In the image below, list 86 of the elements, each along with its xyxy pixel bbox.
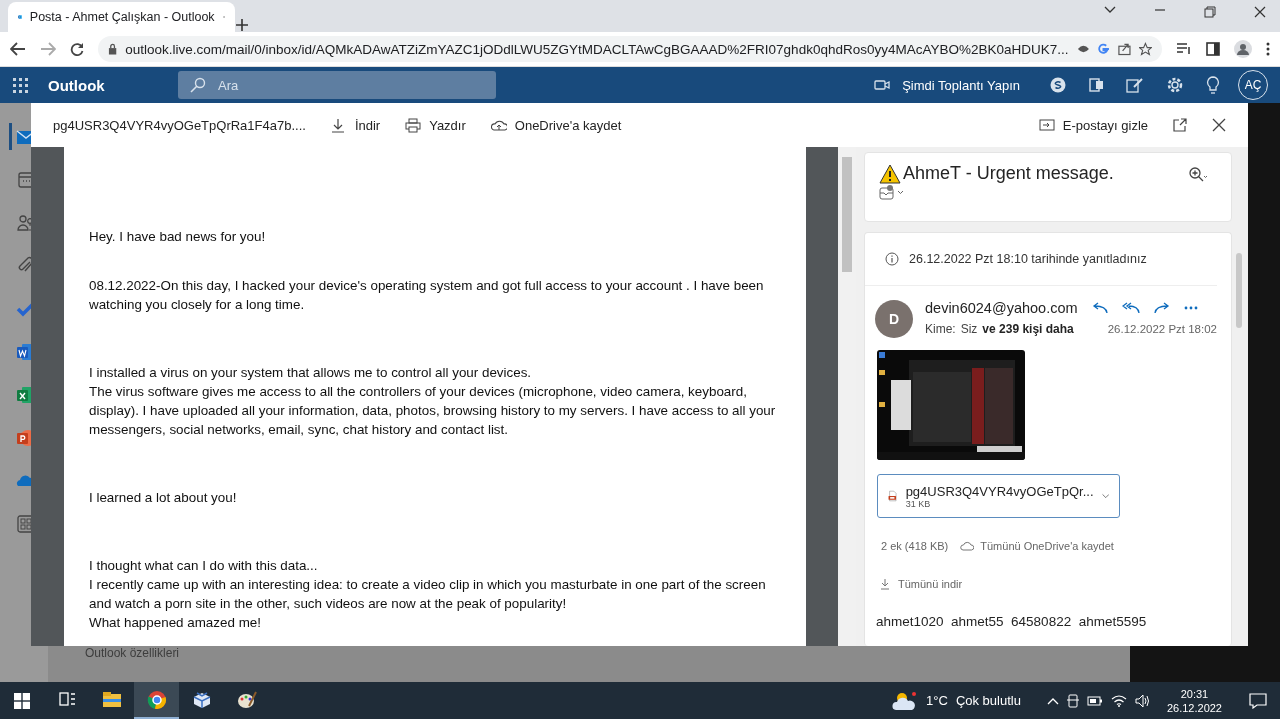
video-camera-icon bbox=[874, 79, 891, 91]
file-name: pg4USR3Q4VYR4vyOGeTpQrRa1F4a7b.... bbox=[53, 117, 306, 133]
download-icon bbox=[330, 117, 347, 133]
reply-notice: 26.12.2022 Pzt 18:10 tarihinde yanıtladınız bbox=[909, 252, 1147, 266]
back-icon[interactable] bbox=[10, 42, 26, 56]
notification-icon[interactable] bbox=[1249, 692, 1267, 709]
paragraph: I learned a lot about you! bbox=[89, 489, 238, 507]
playlist-icon[interactable] bbox=[1176, 43, 1192, 55]
sent-date: 26.12.2022 Pzt 18:02 bbox=[1107, 323, 1217, 335]
pop-out-icon[interactable] bbox=[1173, 118, 1187, 132]
weather-widget[interactable]: 1°C Çok bulutlu bbox=[892, 689, 1021, 712]
chrome-icon bbox=[146, 689, 167, 710]
reply-icon[interactable] bbox=[1091, 302, 1108, 314]
scrollbar-thumb[interactable] bbox=[1236, 253, 1242, 328]
share-icon[interactable] bbox=[1118, 42, 1132, 56]
lightbulb-icon[interactable] bbox=[1206, 76, 1220, 94]
save-all-link[interactable]: Tümünü OneDrive'a kaydet bbox=[960, 540, 1114, 552]
folder-icon bbox=[101, 689, 122, 710]
attachment-card[interactable]: pg4USR3Q4VYR4vyOGeTpQr... 31 KB bbox=[877, 474, 1120, 518]
paragraph: I installed a virus on your system that allows me to control all your devices. bbox=[89, 364, 533, 382]
eye-icon[interactable] bbox=[1076, 44, 1090, 54]
paragraph: 08.12.2022-On this day, I hacked your device's operating system and got full access to your account . I have been watching you closely for a long time. bbox=[89, 277, 765, 314]
speaker-icon[interactable] bbox=[1134, 693, 1151, 708]
reply-all-icon[interactable] bbox=[1121, 302, 1140, 314]
app-name: Outlook bbox=[48, 76, 106, 94]
paragraph: I recently came up with an interesting idea: to create a video clip in which you masturbate in one part of the screen and watch a porn site in the other, such videos are now at the peak of popularity! bbox=[89, 576, 767, 613]
chevron-up-icon[interactable] bbox=[1046, 696, 1059, 705]
warning-icon bbox=[879, 163, 901, 184]
new-tab-icon[interactable] bbox=[235, 18, 249, 32]
message-subject: AhmeT - Urgent message. bbox=[903, 163, 1114, 184]
skype-icon[interactable] bbox=[1050, 77, 1066, 93]
recipient: Siz bbox=[960, 322, 978, 336]
cloud-icon bbox=[960, 541, 975, 551]
forward-icon[interactable] bbox=[1153, 302, 1170, 314]
address-bar[interactable]: outlook.live.com/mail/0/inbox/id/AQMkADAwATZiZmYAZC1jODdlLWU5ZGYtMDACLTAwCgBGAAAD%2FRI07ghdk0qhdRos0yy4MAcAYBO%2BK0aHDUK7... bbox=[98, 36, 1162, 62]
attachment-name: pg4USR3Q4VYR4vyOGeTpQr... bbox=[905, 483, 1094, 499]
menu-icon[interactable] bbox=[1266, 42, 1270, 56]
side-panel-icon[interactable] bbox=[1206, 42, 1220, 56]
meet-now-button[interactable]: Şimdi Toplantı Yapın bbox=[874, 77, 1020, 93]
paragraph: I thought what can I do with this data... bbox=[89, 557, 319, 575]
print-button[interactable]: Yazdır bbox=[405, 117, 466, 133]
chevron-down-icon[interactable] bbox=[1104, 6, 1116, 14]
wifi-icon[interactable] bbox=[1110, 694, 1127, 707]
google-icon[interactable] bbox=[1097, 42, 1111, 56]
download-button[interactable]: İndir bbox=[330, 117, 381, 133]
more-recipients[interactable]: ve 239 kişi daha bbox=[982, 322, 1074, 336]
attachment-summary: 2 ek (418 KB) bbox=[881, 540, 949, 552]
mailbox-icon[interactable] bbox=[879, 184, 905, 200]
paragraph: What happened amazed me! bbox=[89, 614, 262, 632]
printer-icon bbox=[405, 117, 422, 133]
profile-icon[interactable] bbox=[1234, 40, 1252, 58]
scrollbar-thumb[interactable] bbox=[842, 157, 852, 272]
paragraph: The virus software gives me access to all the controllers of your devices (microphone, video camera, keyboard, display). I have uploaded all your information, data, photos, browsing history to my servers. I have access to all your messengers, social networks, email, sync, chat history and contact list. bbox=[89, 383, 777, 439]
cloudy-sun-icon bbox=[892, 689, 919, 712]
star-icon[interactable] bbox=[1139, 42, 1152, 56]
panel-icon bbox=[1038, 119, 1055, 131]
palette-icon bbox=[236, 689, 257, 710]
battery-icon[interactable] bbox=[1086, 695, 1103, 706]
zoom-in-icon[interactable] bbox=[1189, 167, 1207, 183]
reload-icon[interactable] bbox=[70, 42, 84, 56]
restore-icon[interactable] bbox=[1204, 6, 1216, 18]
download-all-link[interactable]: Tümünü indir bbox=[865, 552, 1217, 590]
onedrive-button[interactable]: OneDrive'a kaydet bbox=[490, 117, 622, 133]
browser-tab[interactable]: Posta - Ahmet Çalışkan - Outlook bbox=[8, 2, 235, 32]
search-icon bbox=[190, 77, 206, 93]
sender-avatar: D bbox=[875, 300, 913, 338]
recipients-label: Kime: bbox=[925, 322, 956, 336]
windows-icon bbox=[14, 692, 30, 709]
sender-email[interactable]: devin6024@yahoo.com bbox=[925, 300, 1078, 316]
info-icon bbox=[885, 252, 899, 266]
compose-note-icon[interactable] bbox=[1126, 77, 1144, 93]
more-icon[interactable] bbox=[1183, 306, 1198, 310]
app-launcher-icon[interactable] bbox=[12, 77, 28, 93]
taskbar-app[interactable] bbox=[134, 682, 179, 719]
paragraph: Hey. I have bad news for you! bbox=[89, 228, 267, 246]
device-icon[interactable] bbox=[1066, 693, 1079, 708]
office-icon[interactable] bbox=[1088, 77, 1104, 93]
settings-icon[interactable] bbox=[1166, 76, 1184, 94]
hide-email-button[interactable]: E-postayı gizle bbox=[1038, 117, 1148, 133]
lock-icon bbox=[108, 43, 118, 55]
message-body: ahmet1020 ahmet55 64580822 ahmet5595 bbox=[875, 613, 1148, 629]
box-icon bbox=[191, 689, 212, 710]
download-icon bbox=[880, 578, 890, 590]
attachment-size: 31 KB bbox=[905, 498, 931, 509]
minimize-icon[interactable] bbox=[1154, 6, 1166, 14]
clock[interactable]: 20:31 26.12.2022 bbox=[1158, 686, 1236, 715]
